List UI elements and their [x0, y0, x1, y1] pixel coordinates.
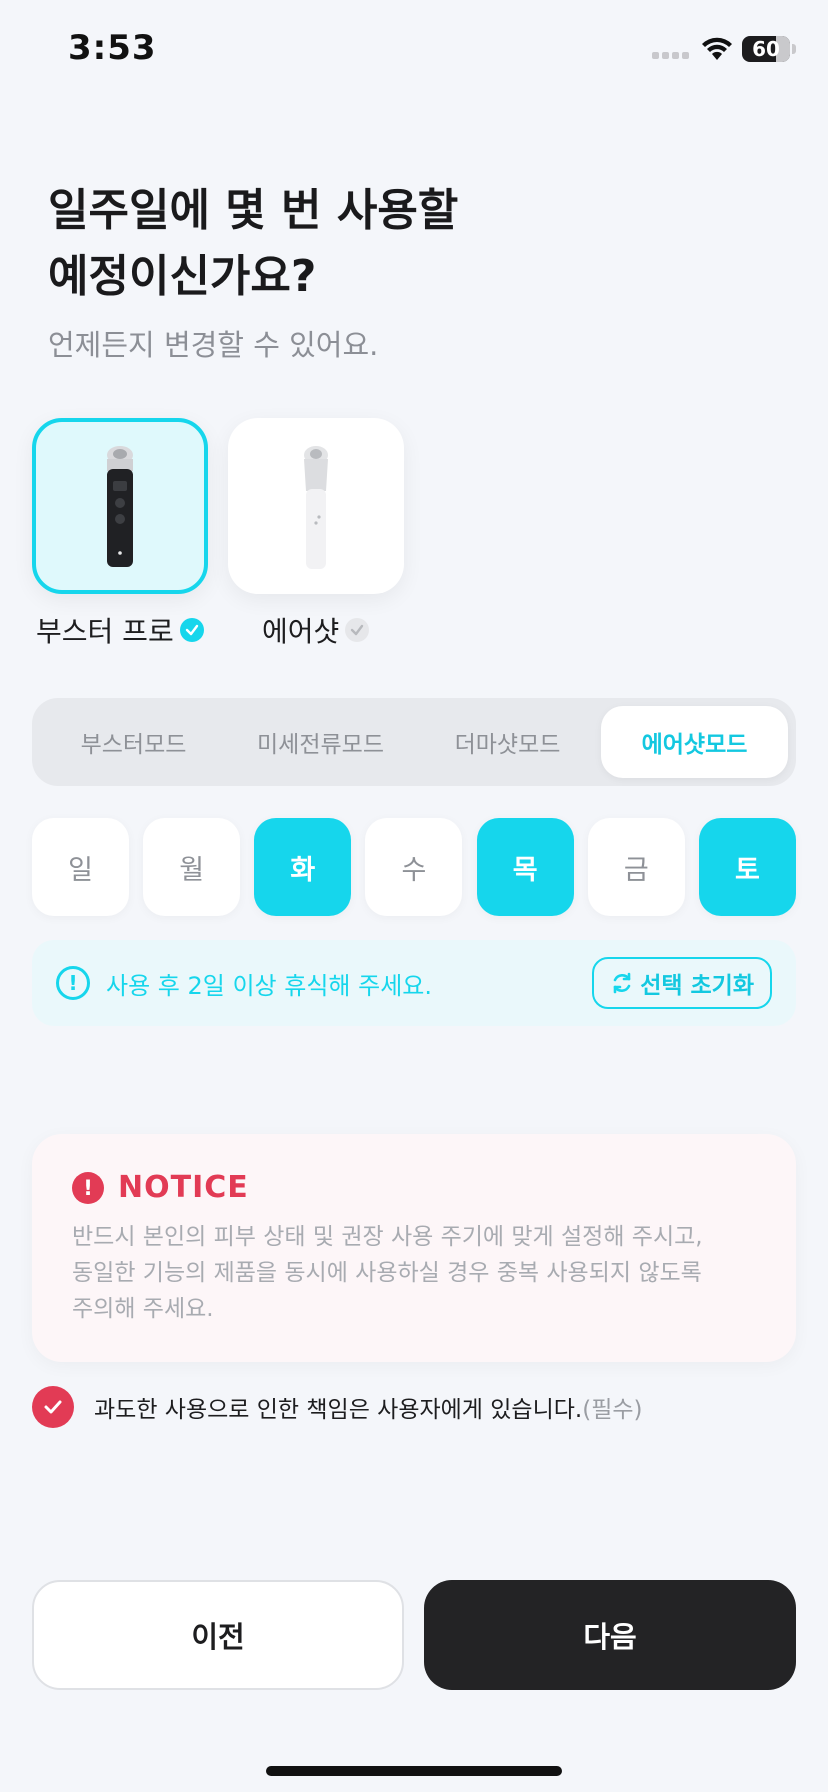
wifi-icon	[702, 37, 732, 60]
required-tag: (필수)	[582, 1397, 643, 1423]
page-title: 일주일에 몇 번 사용할 예정이신가요?	[48, 185, 459, 302]
reset-selection-button[interactable]: 선택 초기화	[592, 957, 772, 1009]
home-indicator	[266, 1766, 562, 1776]
battery-icon: 60	[742, 36, 790, 62]
tab-dermashot-mode[interactable]: 더마샷모드	[414, 706, 601, 778]
tab-airshot-mode[interactable]: 에어샷모드	[601, 706, 788, 778]
day-button-wed[interactable]: 수	[365, 818, 463, 916]
status-time: 3:53	[68, 28, 157, 68]
previous-button[interactable]: 이전	[32, 1580, 404, 1690]
next-button[interactable]: 다음	[424, 1580, 796, 1690]
device-label-airshot[interactable]: 에어샷	[262, 610, 370, 650]
device-card-airshot[interactable]	[228, 418, 404, 594]
status-bar: 3:53 60	[0, 0, 828, 100]
agreement-text: 과도한 사용으로 인한 책임은 사용자에게 있습니다.	[94, 1397, 583, 1423]
agreement-checkbox[interactable]	[32, 1386, 74, 1428]
tab-booster-mode[interactable]: 부스터모드	[40, 706, 227, 778]
tab-microcurrent-mode[interactable]: 미세전류모드	[227, 706, 414, 778]
reset-selection-label: 선택 초기화	[640, 973, 754, 999]
mode-tabs: 부스터모드 미세전류모드 더마샷모드 에어샷모드	[32, 698, 796, 786]
responsibility-agreement[interactable]: 과도한 사용으로 인한 책임은 사용자에게 있습니다.(필수)	[32, 1386, 643, 1428]
day-button-sat[interactable]: 토	[698, 818, 796, 916]
battery-tip	[792, 44, 796, 54]
page-subtitle: 언제든지 변경할 수 있어요.	[48, 328, 379, 362]
rest-info-text: 사용 후 2일 이상 휴식해 주세요.	[106, 971, 433, 1000]
notice-card: ! NOTICE 반드시 본인의 피부 상태 및 권장 사용 주기에 맞게 설정…	[32, 1134, 796, 1362]
battery-level: 60	[752, 37, 780, 61]
booster-pro-device-image	[107, 446, 133, 567]
check-icon	[44, 1400, 62, 1414]
info-icon: !	[56, 966, 90, 1000]
day-button-fri[interactable]: 금	[587, 818, 685, 916]
device-name: 에어샷	[262, 615, 340, 648]
day-button-mon[interactable]: 월	[143, 818, 241, 916]
device-card-booster-pro[interactable]	[32, 418, 208, 594]
device-name: 부스터 프로	[36, 615, 174, 648]
cellular-signal-icon	[652, 52, 692, 62]
alert-icon: !	[72, 1171, 104, 1204]
notice-body: 반드시 본인의 피부 상태 및 권장 사용 주기에 맞게 설정해 주시고, 동일…	[72, 1224, 703, 1322]
day-button-sun[interactable]: 일	[32, 818, 129, 916]
notice-title: NOTICE	[118, 1170, 249, 1205]
day-button-tue[interactable]: 화	[254, 818, 352, 916]
rest-info-bar: ! 사용 후 2일 이상 휴식해 주세요. 선택 초기화	[32, 940, 796, 1026]
day-button-thu[interactable]: 목	[476, 818, 574, 916]
day-selector: 일 월 화 수 목 금 토	[32, 818, 796, 916]
device-label-booster-pro[interactable]: 부스터 프로	[36, 610, 204, 650]
refresh-icon	[613, 972, 631, 994]
check-icon	[345, 618, 370, 642]
check-icon	[179, 618, 204, 642]
notice-header: ! NOTICE	[72, 1170, 756, 1205]
airshot-device-image	[304, 446, 328, 569]
